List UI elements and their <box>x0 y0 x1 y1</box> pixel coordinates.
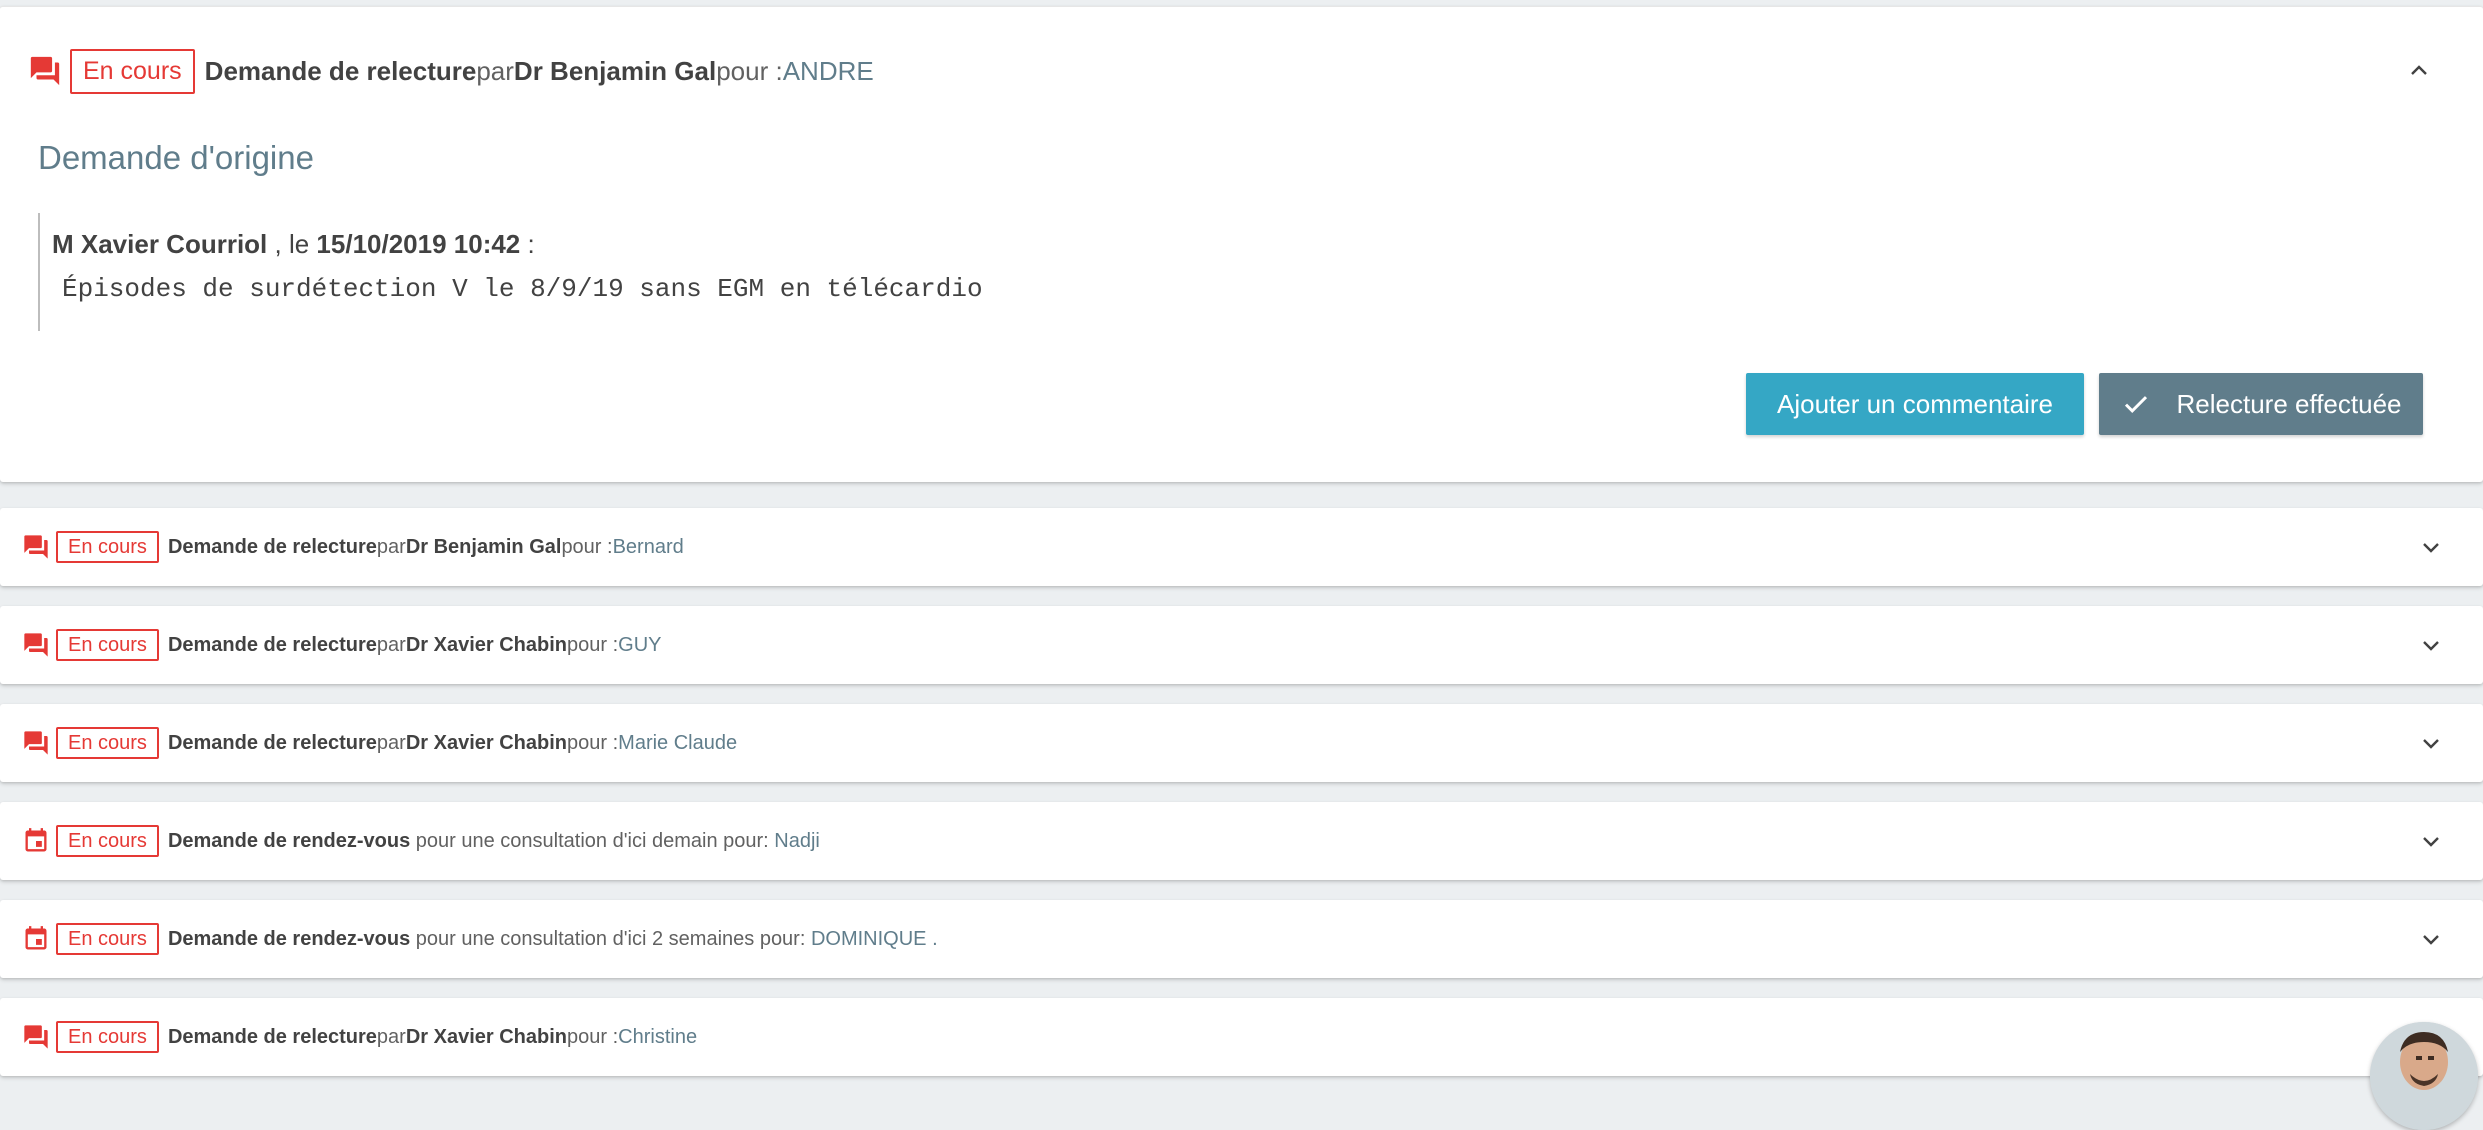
request-card-expanded: En cours Demande de relecture par Dr Ben… <box>0 6 2483 482</box>
request-card[interactable]: En cours Demande de relecture par Dr Ben… <box>0 508 2483 586</box>
patient-name[interactable]: Christine <box>618 1026 697 1049</box>
message-icon <box>22 631 50 659</box>
message-icon <box>22 533 50 561</box>
user-avatar[interactable] <box>2370 1022 2478 1130</box>
chevron-down-icon <box>2423 543 2439 553</box>
doctor-name: Dr Benjamin Gal <box>405 535 562 558</box>
patient-name[interactable]: ANDRE <box>783 56 874 87</box>
message-icon <box>28 54 62 88</box>
request-detail: pour une consultation d'ici demain pour: <box>410 829 775 852</box>
chevron-down-icon <box>2423 837 2439 847</box>
chevron-down-icon <box>2423 739 2439 749</box>
request-title: Demande de relecture <box>167 535 377 558</box>
request-header[interactable]: En cours Demande de relecture par Dr Xav… <box>0 606 2483 684</box>
request-card[interactable]: En cours Demande de relecture par Dr Xav… <box>0 704 2483 782</box>
status-badge: En cours <box>56 727 159 759</box>
add-comment-label: Ajouter un commentaire <box>1776 388 2054 419</box>
request-header[interactable]: En cours Demande de relecture par Dr Xav… <box>0 998 2483 1076</box>
add-comment-button[interactable]: Ajouter un commentaire <box>1746 373 2084 435</box>
author-name: M Xavier Courriol <box>52 229 268 259</box>
avatar-icon <box>2370 1022 2478 1130</box>
expand-button[interactable] <box>2411 919 2451 959</box>
origin-message: M Xavier Courriol , le 15/10/2019 10:42 … <box>38 213 1552 331</box>
status-badge: En cours <box>56 923 159 955</box>
patient-name[interactable]: GUY <box>618 634 661 657</box>
message-icon <box>22 1023 50 1051</box>
par-label: par <box>376 731 406 754</box>
le-label: , le <box>267 229 317 259</box>
expand-button[interactable] <box>2411 821 2451 861</box>
patient-name[interactable]: Nadji <box>774 830 820 853</box>
review-done-button[interactable]: Relecture effectuée <box>2099 373 2423 435</box>
appointment-card[interactable]: En cours Demande de rendez-vous pour une… <box>0 900 2483 978</box>
requests-page: En cours Demande de relecture par Dr Ben… <box>0 0 2483 1130</box>
message-icon <box>22 729 50 757</box>
status-badge: En cours <box>70 48 195 94</box>
request-card[interactable]: En cours Demande de relecture par Dr Xav… <box>0 606 2483 684</box>
calendar-icon <box>22 827 50 855</box>
par-label: par <box>376 1025 406 1048</box>
par-label: par <box>376 535 406 558</box>
request-title: Demande de relecture <box>167 633 377 656</box>
doctor-name: Dr Xavier Chabin <box>405 633 567 656</box>
status-badge: En cours <box>56 531 159 563</box>
par-label: par <box>476 55 514 86</box>
message-date: 15/10/2019 10:42 <box>316 229 521 259</box>
expand-button[interactable] <box>2411 527 2451 567</box>
message-text: Épisodes de surdétection V le 8/9/19 san… <box>62 274 983 304</box>
status-badge: En cours <box>56 825 159 857</box>
pour-label: pour : <box>567 1025 619 1048</box>
request-title: Demande de relecture <box>167 1025 377 1048</box>
request-title: Demande de relecture <box>167 731 377 754</box>
request-header[interactable]: En cours Demande de relecture par Dr Ben… <box>0 508 2483 586</box>
doctor-name: Dr Xavier Chabin <box>405 1025 567 1048</box>
colon-label: : <box>520 229 535 259</box>
review-done-label: Relecture effectuée <box>2176 388 2402 419</box>
pour-label: pour : <box>567 731 619 754</box>
pour-label: pour : <box>567 633 619 656</box>
status-badge: En cours <box>56 1021 159 1053</box>
status-badge: En cours <box>56 629 159 661</box>
expand-button[interactable] <box>2411 723 2451 763</box>
patient-name[interactable]: Marie Claude <box>618 732 737 755</box>
request-header[interactable]: En cours Demande de relecture par Dr Ben… <box>0 47 2483 95</box>
request-header[interactable]: En cours Demande de relecture par Dr Xav… <box>0 704 2483 782</box>
request-card[interactable]: En cours Demande de relecture par Dr Xav… <box>0 998 2483 1076</box>
request-header[interactable]: En cours Demande de rendez-vous pour une… <box>0 802 2483 880</box>
calendar-icon <box>22 925 50 953</box>
request-detail: pour une consultation d'ici 2 semaines p… <box>410 927 811 950</box>
appointment-card[interactable]: En cours Demande de rendez-vous pour une… <box>0 802 2483 880</box>
origin-title: Demande d'origine <box>38 139 314 176</box>
chevron-down-icon <box>2423 641 2439 651</box>
message-meta: M Xavier Courriol , le 15/10/2019 10:42 … <box>52 229 1552 260</box>
check-icon <box>2124 396 2147 413</box>
doctor-name: Dr Xavier Chabin <box>405 731 567 754</box>
collapse-button[interactable] <box>2399 51 2439 91</box>
pour-label: pour : <box>716 55 783 86</box>
request-header[interactable]: En cours Demande de rendez-vous pour une… <box>0 900 2483 978</box>
doctor-name: Dr Benjamin Gal <box>513 55 717 86</box>
chevron-up-icon <box>2411 65 2427 75</box>
request-title: Demande de rendez-vous <box>167 927 411 950</box>
patient-name[interactable]: Bernard <box>613 536 684 559</box>
chevron-down-icon <box>2423 935 2439 945</box>
request-title: Demande de relecture <box>204 55 477 86</box>
expand-button[interactable] <box>2411 625 2451 665</box>
pour-label: pour : <box>561 535 613 558</box>
request-title: Demande de rendez-vous <box>167 829 411 852</box>
par-label: par <box>376 633 406 656</box>
patient-name[interactable]: DOMINIQUE . <box>811 928 938 951</box>
